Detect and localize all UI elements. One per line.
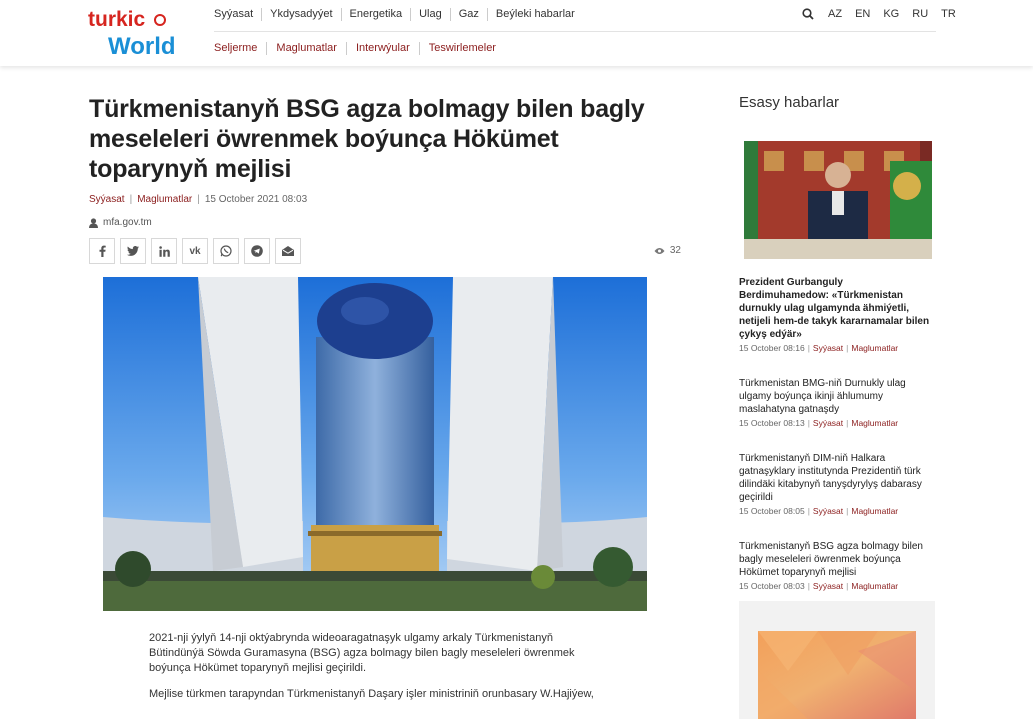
nav-item-gaz[interactable]: Gaz <box>449 8 487 21</box>
nav-item-ulag[interactable]: Ulag <box>410 8 450 21</box>
nav-item-seljerme[interactable]: Seljerme <box>214 42 266 55</box>
telegram-icon[interactable] <box>244 238 270 264</box>
lang-ru[interactable]: RU <box>912 8 928 20</box>
author-name[interactable]: mfa.gov.tm <box>103 217 152 228</box>
sidebar-featured-image[interactable] <box>744 141 932 259</box>
article-paragraph: Mejlise türkmen tarapyndan Türkmenistany… <box>149 688 594 700</box>
article-author: mfa.gov.tm <box>89 217 681 228</box>
sidebar-news-title[interactable]: Türkmenistan BMG-niň Durnukly ulag ulgam… <box>739 377 935 416</box>
nav-item-syyasat[interactable]: Syýasat <box>214 8 261 21</box>
header-tools: AZ EN KG RU TR <box>802 8 956 20</box>
nav-item-interwyular[interactable]: Interwýular <box>345 42 419 55</box>
view-count-value: 32 <box>669 245 681 256</box>
user-icon <box>89 217 98 228</box>
lang-az[interactable]: AZ <box>828 8 842 20</box>
lang-en[interactable]: EN <box>855 8 870 20</box>
nav-item-maglumatlar[interactable]: Maglumatlar <box>266 42 346 55</box>
logo-line2: World <box>108 33 176 58</box>
sidebar-news-meta: 15 October 08:13 | Syýasat | Maglumatlar <box>739 418 899 428</box>
article-category-maglumatlar[interactable]: Maglumatlar <box>137 194 192 205</box>
article-body: 2021-nji ýylyň 14-nji oktýabrynda wideoa… <box>149 631 609 713</box>
sidebar-news-list: Prezident Gurbanguly Berdimuhamedow: «Tü… <box>739 276 935 591</box>
search-icon[interactable] <box>802 8 814 20</box>
view-count: 32 <box>654 245 681 256</box>
sidebar-news-item[interactable]: Türkmenistanyň DIM-niň Halkara gatnaşykl… <box>739 452 935 516</box>
nav-item-teswirlemeler[interactable]: Teswirlemeler <box>418 42 505 55</box>
sidebar-news-title[interactable]: Türkmenistanyň BSG agza bolmagy bilen ba… <box>739 540 935 579</box>
whatsapp-icon[interactable] <box>213 238 239 264</box>
lang-kg[interactable]: KG <box>883 8 899 20</box>
vk-icon[interactable]: vk <box>182 238 208 264</box>
ad-image <box>758 631 916 719</box>
secondary-nav: Seljerme Maglumatlar Interwýular Teswirl… <box>214 42 505 55</box>
sidebar-news-meta: 15 October 08:16 | Syýasat | Maglumatlar <box>739 343 899 353</box>
sidebar-news-title[interactable]: Prezident Gurbanguly Berdimuhamedow: «Tü… <box>739 276 935 341</box>
sidebar-ad-banner[interactable] <box>739 601 935 719</box>
sidebar-title: Esasy habarlar <box>739 94 840 111</box>
sidebar-news-title[interactable]: Türkmenistanyň DIM-niň Halkara gatnaşykl… <box>739 452 935 504</box>
sidebar-news-item[interactable]: Türkmenistanyň BSG agza bolmagy bilen ba… <box>739 540 935 591</box>
article-meta: Syýasat | Maglumatlar | 15 October 2021 … <box>89 194 308 205</box>
linkedin-icon[interactable] <box>151 238 177 264</box>
email-icon[interactable] <box>275 238 301 264</box>
article-paragraph: 2021-nji ýylyň 14-nji oktýabrynda wideoa… <box>149 632 575 674</box>
article-hero-image <box>103 277 647 611</box>
site-header: turkic World Syýasat Ykdysadyýet Energet… <box>0 0 1033 66</box>
logo-line1: turkic <box>88 8 146 31</box>
sidebar-news-meta: 15 October 08:03 | Syýasat | Maglumatlar <box>739 581 899 591</box>
eye-icon <box>654 247 665 254</box>
sidebar-news-item[interactable]: Prezident Gurbanguly Berdimuhamedow: «Tü… <box>739 276 935 353</box>
sidebar-news-meta: 15 October 08:05 | Syýasat | Maglumatlar <box>739 506 899 516</box>
article-category-syyasat[interactable]: Syýasat <box>89 194 125 205</box>
sidebar-news-item[interactable]: Türkmenistan BMG-niň Durnukly ulag ulgam… <box>739 377 935 428</box>
nav-divider <box>214 31 936 32</box>
turkic-world-logo[interactable]: turkic World <box>88 6 180 60</box>
sidebar: Esasy habarlar Prezident Gurbanguly Berd… <box>739 94 935 615</box>
lang-tr[interactable]: TR <box>941 8 956 20</box>
nav-item-beyleki-habarlar[interactable]: Beýleki habarlar <box>486 8 583 21</box>
nav-item-ykdysadyyet[interactable]: Ykdysadyýet <box>261 8 340 21</box>
share-bar: vk 32 <box>89 238 681 264</box>
primary-nav: Syýasat Ykdysadyýet Energetika Ulag Gaz … <box>214 8 583 21</box>
article-column: Türkmenistanyň BSG agza bolmagy bilen ba… <box>89 94 681 264</box>
twitter-icon[interactable] <box>120 238 146 264</box>
article-title: Türkmenistanyň BSG agza bolmagy bilen ba… <box>89 95 645 183</box>
article-date: 15 October 2021 08:03 <box>204 194 308 205</box>
nav-item-energetika[interactable]: Energetika <box>340 8 411 21</box>
facebook-icon[interactable] <box>89 238 115 264</box>
